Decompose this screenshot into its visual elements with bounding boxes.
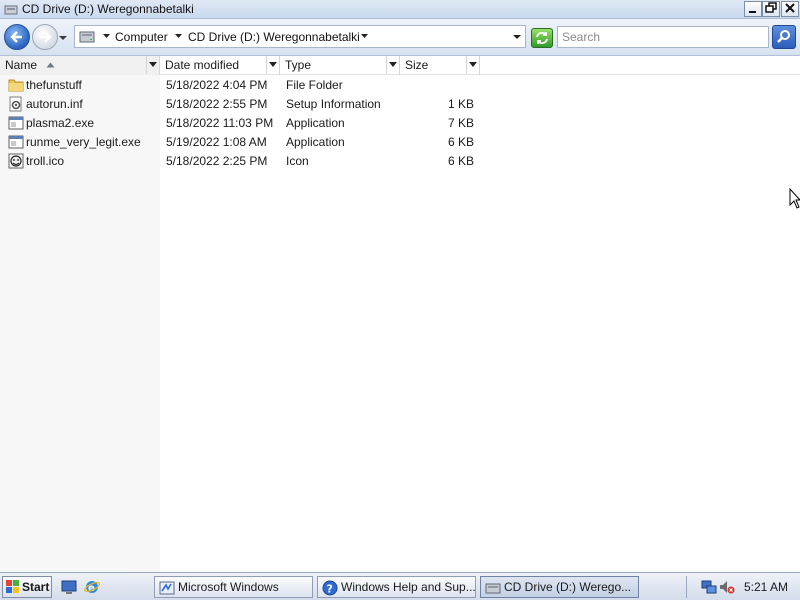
column-header-type[interactable]: Type <box>280 56 400 75</box>
taskbar-button-label: Microsoft Windows <box>178 580 279 594</box>
chevron-down-icon <box>149 62 157 67</box>
breadcrumb-chevron-icon[interactable] <box>360 32 369 41</box>
close-icon <box>785 3 795 13</box>
help-icon: ? <box>322 580 338 596</box>
svg-text:?: ? <box>327 583 333 596</box>
file-row[interactable]: troll.ico 5/18/2022 2:25 PM Icon 6 KB <box>0 151 480 170</box>
clock[interactable]: 5:21 AM <box>744 580 788 594</box>
address-dropdown-icon[interactable] <box>512 32 522 42</box>
minimize-button[interactable] <box>744 1 762 17</box>
chevron-down-icon <box>389 62 397 67</box>
start-button[interactable]: Start <box>2 576 52 598</box>
column-header-label: Size <box>405 58 429 72</box>
search-button[interactable] <box>772 25 796 49</box>
file-row[interactable]: autorun.inf 5/18/2022 2:55 PM Setup Info… <box>0 94 480 113</box>
column-header-size[interactable]: Size <box>400 56 480 75</box>
file-row[interactable]: thefunstuff 5/18/2022 4:04 PM File Folde… <box>0 75 480 94</box>
application-icon <box>8 135 24 149</box>
column-header-label: Date modified <box>165 58 240 72</box>
application-icon <box>8 116 24 130</box>
drive-icon <box>79 31 95 43</box>
column-header-date-modified[interactable]: Date modified <box>160 56 280 75</box>
forward-arrow-icon <box>40 31 52 43</box>
column-filter-dropdown[interactable] <box>266 56 279 74</box>
start-label: Start <box>22 580 50 594</box>
windows-flag-icon <box>6 580 19 593</box>
taskbar: Start e Microsoft Windows ? Windows Help… <box>0 572 800 600</box>
close-button[interactable] <box>781 1 799 17</box>
breadcrumb-cd-drive[interactable]: CD Drive (D:) Weregonnabetalki <box>188 30 360 44</box>
taskbar-button-label: Windows Help and Sup... <box>341 580 476 594</box>
file-date: 5/19/2022 1:08 AM <box>166 135 267 149</box>
file-type: File Folder <box>286 78 343 92</box>
icon-file-icon <box>8 153 24 169</box>
file-row[interactable]: runme_very_legit.exe 5/19/2022 1:08 AM A… <box>0 132 480 151</box>
folder-icon <box>8 79 24 92</box>
setup-info-icon <box>9 96 22 112</box>
breadcrumb-chevron-icon[interactable] <box>174 32 183 41</box>
restore-icon <box>765 2 777 13</box>
taskbar-button-windows-help[interactable]: ? Windows Help and Sup... <box>317 576 476 598</box>
taskbar-button-microsoft-windows[interactable]: Microsoft Windows <box>154 576 313 598</box>
file-row[interactable]: plasma2.exe 5/18/2022 11:03 PM Applicati… <box>0 113 480 132</box>
file-date: 5/18/2022 2:25 PM <box>166 154 268 168</box>
window-title: CD Drive (D:) Weregonnabetalki <box>22 2 194 16</box>
back-button[interactable] <box>4 24 30 50</box>
forward-button[interactable] <box>32 24 58 50</box>
file-size: 1 KB <box>447 97 474 111</box>
file-size: 7 KB <box>447 116 474 130</box>
file-type: Setup Information <box>286 97 381 111</box>
internet-explorer-icon[interactable]: e <box>84 579 100 595</box>
recent-pages-dropdown-icon[interactable] <box>58 33 68 43</box>
file-name: runme_very_legit.exe <box>26 135 141 149</box>
mouse-cursor-icon <box>789 188 800 209</box>
file-type: Icon <box>286 154 309 168</box>
chevron-down-icon <box>269 62 277 67</box>
chevron-down-icon <box>469 62 477 67</box>
breadcrumb-computer[interactable]: Computer <box>115 30 168 44</box>
column-filter-dropdown[interactable] <box>386 56 399 74</box>
file-date: 5/18/2022 4:04 PM <box>166 78 268 92</box>
column-filter-dropdown[interactable] <box>466 56 479 74</box>
setup-wizard-icon <box>159 581 175 595</box>
column-headers: Name Date modified Type Size <box>0 56 800 75</box>
breadcrumb-chevron-icon[interactable] <box>102 32 111 41</box>
minimize-icon <box>749 11 756 13</box>
show-desktop-icon[interactable] <box>61 579 77 595</box>
network-icon[interactable] <box>701 579 717 595</box>
refresh-icon <box>536 32 548 44</box>
volume-muted-icon[interactable] <box>719 579 735 595</box>
taskbar-button-label: CD Drive (D:) Werego... <box>504 580 632 594</box>
file-type: Application <box>286 116 345 130</box>
search-input[interactable] <box>557 26 769 48</box>
column-filter-dropdown[interactable] <box>146 56 159 74</box>
file-list[interactable]: thefunstuff 5/18/2022 4:04 PM File Folde… <box>0 75 800 572</box>
restore-button[interactable] <box>762 1 780 17</box>
back-arrow-icon <box>10 31 22 43</box>
column-header-label: Name <box>5 58 38 72</box>
file-name: autorun.inf <box>26 97 83 111</box>
file-size: 6 KB <box>447 135 474 149</box>
file-name: plasma2.exe <box>26 116 95 130</box>
search-icon <box>777 30 790 43</box>
cd-drive-icon <box>4 5 18 15</box>
file-name: troll.ico <box>26 154 65 168</box>
column-header-label: Type <box>285 58 312 72</box>
navigation-bar: Computer CD Drive (D:) Weregonnabetalki <box>0 19 800 56</box>
cd-drive-icon <box>485 583 501 594</box>
system-tray: 5:21 AM <box>686 576 798 598</box>
file-date: 5/18/2022 2:55 PM <box>166 97 268 111</box>
file-date: 5/18/2022 11:03 PM <box>166 116 274 130</box>
file-name: thefunstuff <box>26 78 82 92</box>
address-bar[interactable]: Computer CD Drive (D:) Weregonnabetalki <box>74 25 526 48</box>
file-size: 6 KB <box>447 154 474 168</box>
title-bar[interactable]: CD Drive (D:) Weregonnabetalki <box>0 0 800 19</box>
refresh-button[interactable] <box>531 28 553 48</box>
taskbar-button-cd-drive[interactable]: CD Drive (D:) Werego... <box>480 576 639 598</box>
file-type: Application <box>286 135 345 149</box>
sort-ascending-icon <box>46 62 55 68</box>
column-header-name[interactable]: Name <box>0 56 160 75</box>
